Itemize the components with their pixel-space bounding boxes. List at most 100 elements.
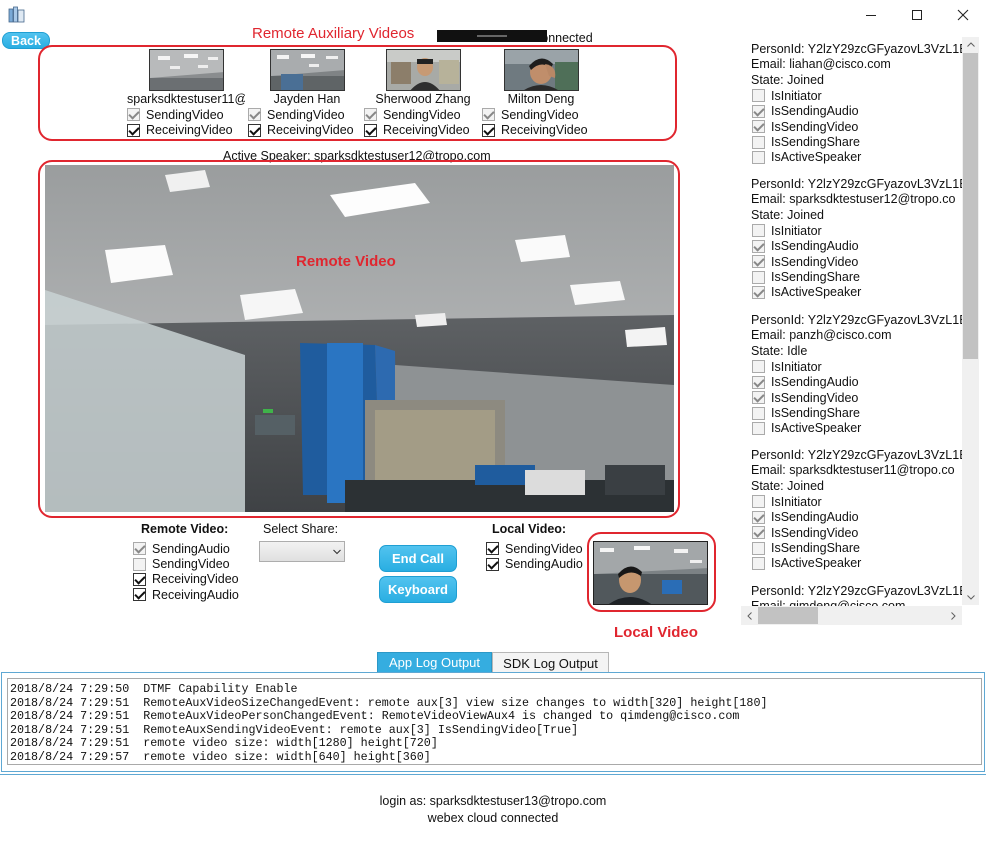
local-sending-audio-checkbox[interactable]: SendingAudio	[486, 556, 586, 571]
participant-flag[interactable]: IsSendingShare	[752, 540, 963, 555]
close-button[interactable]	[940, 0, 986, 30]
aux-video-thumbnail[interactable]	[269, 49, 345, 91]
checkbox-box[interactable]	[133, 542, 146, 556]
participant-flag[interactable]: IsSendingVideo	[752, 390, 963, 405]
vertical-scroll-thumb[interactable]	[963, 53, 978, 359]
aux-video-tile[interactable]: Sherwood Zhang SendingVideo ReceivingVid…	[364, 49, 482, 138]
checkbox-box[interactable]	[752, 391, 765, 405]
participant-flag[interactable]: IsSendingVideo	[752, 119, 963, 134]
participant-flag[interactable]: IsSendingAudio	[752, 375, 963, 390]
end-call-button[interactable]: End Call	[379, 545, 457, 572]
checkbox-label: IsSendingVideo	[771, 254, 859, 269]
back-button[interactable]: Back	[2, 32, 50, 49]
log-output-textbox[interactable]: 2018/8/24 7:29:50 DTMF Capability Enable…	[7, 678, 982, 765]
checkbox-box[interactable]	[752, 270, 765, 284]
checkbox-box[interactable]	[364, 108, 377, 122]
checkbox-box[interactable]	[752, 224, 765, 238]
checkbox-box[interactable]	[127, 108, 140, 122]
checkbox-box[interactable]	[752, 89, 765, 103]
tab-app-log-output[interactable]: App Log Output	[377, 652, 492, 673]
aux-receiving-video-checkbox[interactable]: ReceivingVideo	[248, 122, 366, 137]
checkbox-box[interactable]	[752, 406, 765, 420]
scroll-left-icon[interactable]	[747, 612, 752, 620]
scroll-up-icon[interactable]	[967, 42, 975, 47]
participant-flag[interactable]: IsActiveSpeaker	[752, 421, 963, 436]
participant-flag[interactable]: IsActiveSpeaker	[752, 556, 963, 571]
horizontal-scroll-thumb[interactable]	[758, 607, 818, 624]
aux-sending-video-checkbox[interactable]: SendingVideo	[364, 107, 482, 122]
checkbox-box[interactable]	[133, 588, 146, 602]
participant-flag[interactable]: IsInitiator	[752, 223, 963, 238]
checkbox-box[interactable]	[133, 572, 146, 586]
checkbox-box[interactable]	[752, 375, 765, 389]
checkbox-box[interactable]	[752, 556, 765, 570]
select-share-dropdown[interactable]	[259, 541, 345, 562]
participants-vertical-scrollbar[interactable]	[962, 37, 979, 605]
participant-flag[interactable]: IsSendingShare	[752, 134, 963, 149]
checkbox-box[interactable]	[752, 150, 765, 164]
participant-flag[interactable]: IsInitiator	[752, 88, 963, 103]
participants-horizontal-scrollbar[interactable]	[741, 606, 962, 625]
checkbox-box[interactable]	[486, 542, 499, 556]
remote-receiving-video-checkbox[interactable]: ReceivingVideo	[133, 572, 239, 587]
aux-video-tile[interactable]: Milton Deng SendingVideo ReceivingVideo	[482, 49, 600, 138]
checkbox-box[interactable]	[752, 510, 765, 524]
checkbox-box[interactable]	[752, 541, 765, 555]
participant-flag[interactable]: IsSendingAudio	[752, 239, 963, 254]
participant-flag[interactable]: IsActiveSpeaker	[752, 150, 963, 165]
footer: login as: sparksdktestuser13@tropo.com w…	[0, 774, 986, 843]
remote-video-view[interactable]	[45, 165, 674, 512]
checkbox-box[interactable]	[752, 135, 765, 149]
scroll-right-icon[interactable]	[951, 612, 956, 620]
minimize-button[interactable]	[848, 0, 894, 30]
checkbox-box[interactable]	[752, 360, 765, 374]
aux-video-thumbnail[interactable]	[503, 49, 579, 91]
checkbox-box[interactable]	[486, 557, 499, 571]
checkbox-box[interactable]	[248, 123, 261, 137]
checkbox-box[interactable]	[133, 557, 146, 571]
aux-video-thumbnail[interactable]	[385, 49, 461, 91]
checkbox-box[interactable]	[482, 108, 495, 122]
aux-sending-video-checkbox[interactable]: SendingVideo	[482, 107, 600, 122]
aux-sending-video-checkbox[interactable]: SendingVideo	[127, 107, 245, 122]
aux-receiving-video-checkbox[interactable]: ReceivingVideo	[127, 122, 245, 137]
checkbox-box[interactable]	[752, 421, 765, 435]
local-sending-video-checkbox[interactable]: SendingVideo	[486, 541, 586, 556]
checkbox-box[interactable]	[482, 123, 495, 137]
tab-sdk-log-output[interactable]: SDK Log Output	[492, 652, 609, 673]
participant-flag[interactable]: IsSendingVideo	[752, 254, 963, 269]
checkbox-box[interactable]	[752, 526, 765, 540]
aux-video-thumbnail[interactable]	[148, 49, 224, 91]
participant-flag[interactable]: IsSendingAudio	[752, 104, 963, 119]
participant-flag[interactable]: IsSendingShare	[752, 269, 963, 284]
scroll-down-icon[interactable]	[967, 595, 975, 600]
aux-receiving-video-checkbox[interactable]: ReceivingVideo	[364, 122, 482, 137]
keyboard-button[interactable]: Keyboard	[379, 576, 457, 603]
checkbox-box[interactable]	[364, 123, 377, 137]
participant-flag[interactable]: IsSendingAudio	[752, 510, 963, 525]
aux-sending-video-checkbox[interactable]: SendingVideo	[248, 107, 366, 122]
remote-receiving-audio-checkbox[interactable]: ReceivingAudio	[133, 587, 239, 602]
maximize-button[interactable]	[894, 0, 940, 30]
checkbox-label: SendingVideo	[146, 107, 224, 122]
participant-flag[interactable]: IsSendingVideo	[752, 525, 963, 540]
checkbox-box[interactable]	[127, 123, 140, 137]
checkbox-box[interactable]	[752, 285, 765, 299]
checkbox-box[interactable]	[752, 495, 765, 509]
aux-receiving-video-checkbox[interactable]: ReceivingVideo	[482, 122, 600, 137]
checkbox-box[interactable]	[752, 120, 765, 134]
remote-sending-video-checkbox[interactable]: SendingVideo	[133, 556, 239, 571]
aux-video-tile[interactable]: sparksdktestuser11@ SendingVideo Receivi…	[127, 49, 245, 138]
checkbox-box[interactable]	[248, 108, 261, 122]
checkbox-box[interactable]	[752, 255, 765, 269]
remote-sending-audio-checkbox[interactable]: SendingAudio	[133, 541, 239, 556]
checkbox-box[interactable]	[752, 104, 765, 118]
local-video-view[interactable]	[593, 541, 708, 605]
checkbox-box[interactable]	[752, 239, 765, 253]
aux-video-tile[interactable]: Jayden Han SendingVideo ReceivingVideo	[248, 49, 366, 138]
participant-flag[interactable]: IsSendingShare	[752, 405, 963, 420]
participant-flag[interactable]: IsActiveSpeaker	[752, 285, 963, 300]
participant-flag[interactable]: IsInitiator	[752, 494, 963, 509]
participant-flag[interactable]: IsInitiator	[752, 359, 963, 374]
participants-panel[interactable]: PersonId: Y2lzY29zcGFyazovL3VzL1B Email:…	[741, 37, 979, 625]
